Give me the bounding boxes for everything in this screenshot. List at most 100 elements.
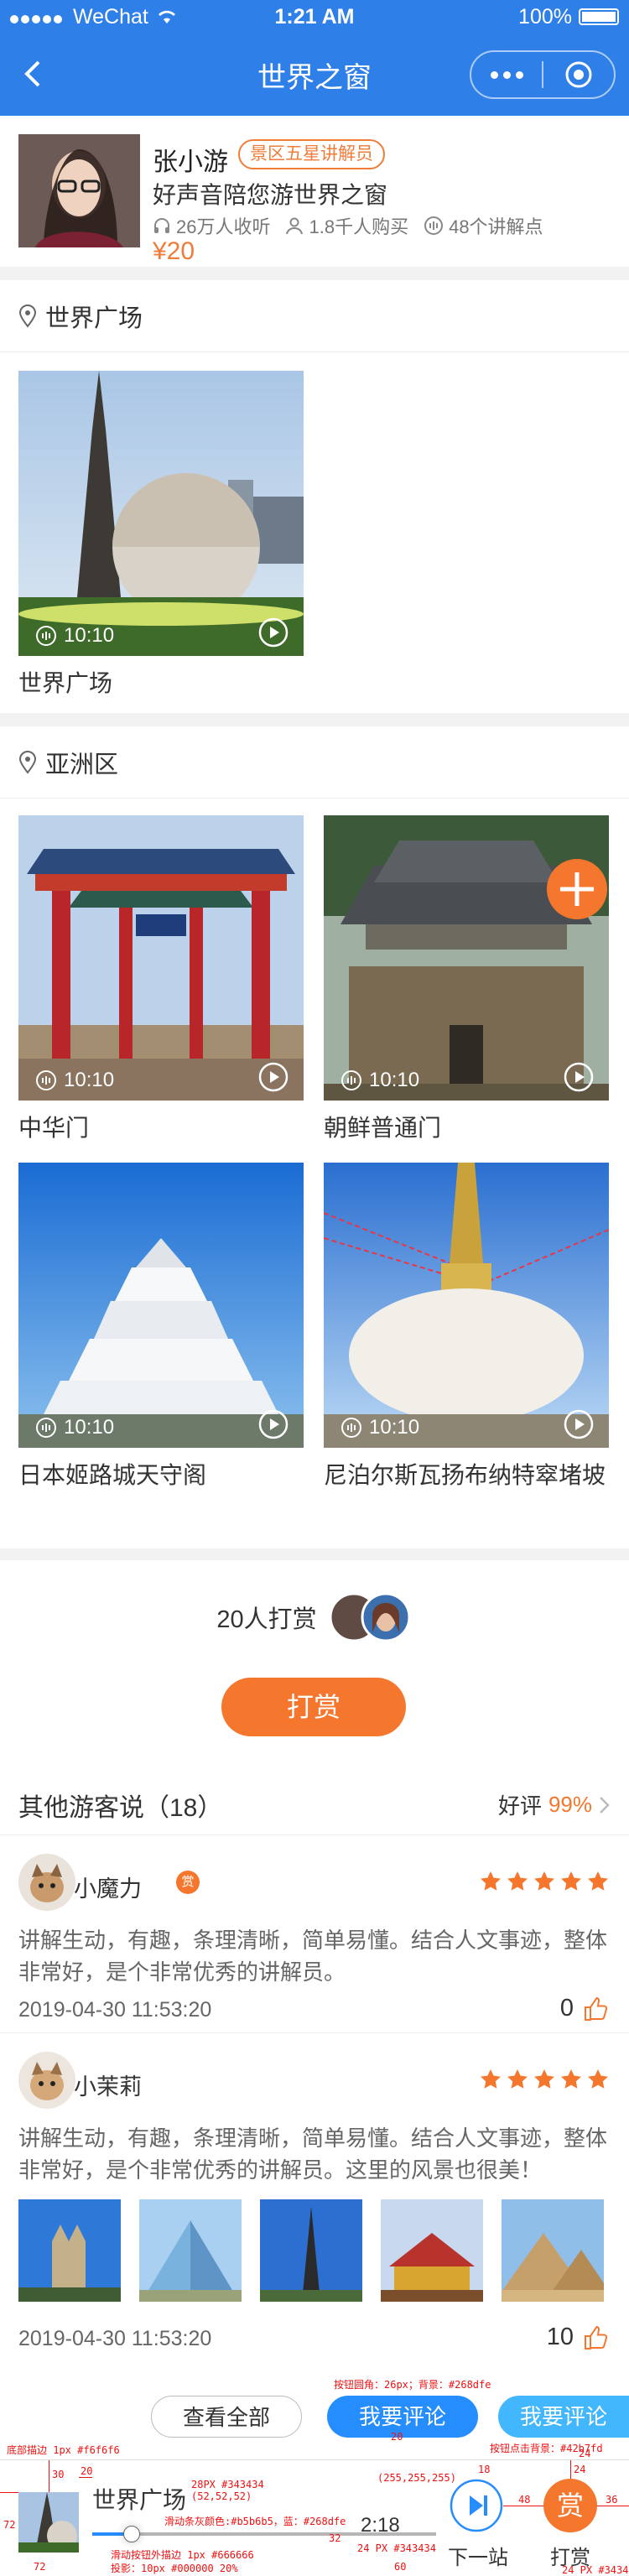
audio-icon bbox=[341, 1070, 361, 1090]
spot-card[interactable]: 10:10 世界广场 bbox=[18, 371, 304, 700]
spec-annotation: 20 bbox=[391, 2431, 403, 2443]
review-item: 小茉莉 讲解生动，有趣，条理清晰，简单易懂。结合人文事迹，整体非常好，是个非常优… bbox=[0, 2033, 629, 2369]
location-pin-icon bbox=[18, 304, 37, 328]
spot-image: 10:10 bbox=[18, 371, 304, 656]
spec-annotation: 28PX #343434 bbox=[191, 2479, 264, 2490]
audio-icon bbox=[36, 1070, 56, 1090]
status-time: 1:21 AM bbox=[274, 4, 355, 29]
spec-annotation: 24 bbox=[574, 2464, 586, 2475]
spot-duration: 10:10 bbox=[64, 1416, 115, 1439]
spot-label: 世界广场 bbox=[18, 670, 113, 696]
spec-annotation: 24 PX #343434 bbox=[357, 2542, 436, 2554]
review-photo[interactable] bbox=[381, 2199, 483, 2302]
back-arrow-icon[interactable] bbox=[17, 57, 50, 91]
close-target-icon[interactable] bbox=[543, 60, 614, 90]
spec-annotation: 18 bbox=[478, 2464, 491, 2475]
status-bar: WeChat 1:21 AM 100% bbox=[0, 0, 629, 34]
spec-annotation: 投影：10px #000000 20% bbox=[111, 2563, 238, 2574]
audio-player: 世界广场 2:18 下一站 赏 打赏 30 72 72 20 28PX #343… bbox=[0, 2459, 629, 2576]
tip-button[interactable]: 打赏 bbox=[221, 1678, 406, 1736]
play-icon[interactable] bbox=[258, 617, 289, 648]
spec-annotation: 底部描边 1px #f6f6f6 bbox=[7, 2444, 120, 2456]
spec-annotation: 60 bbox=[394, 2561, 407, 2573]
spot-label: 朝鲜普通门 bbox=[324, 1115, 442, 1141]
player-tip-button[interactable]: 赏 bbox=[543, 2479, 597, 2532]
reviews-section: 其他游客说（18） 好评 99% 小魔力 赏 讲解生动，有趣，条理清晰，简单易懂。… bbox=[0, 1775, 629, 2370]
next-track-icon[interactable] bbox=[450, 2479, 503, 2532]
review-photo[interactable] bbox=[139, 2199, 242, 2302]
spot-card[interactable]: 10:10 尼泊尔斯瓦扬布纳特窣堵坡 bbox=[324, 1163, 609, 1491]
add-float-icon[interactable] bbox=[545, 857, 609, 921]
spot-card[interactable]: 10:10 日本姬路城天守阁 bbox=[18, 1163, 304, 1491]
headphones-icon bbox=[154, 218, 169, 233]
nav-bar: 世界之窗 bbox=[0, 34, 629, 116]
guide-card[interactable]: 张小游 景区五星讲解员 好声音陪您游世界之窗 26万人收听 1.8千人购买 48… bbox=[0, 116, 629, 267]
user-icon bbox=[286, 217, 304, 235]
spec-annotation: 36 bbox=[606, 2494, 618, 2506]
reviewer-avatar bbox=[18, 1854, 75, 1911]
review-text: 讲解生动，有趣，条理清晰，简单易懂。结合人文事迹，整体非常好，是个非常优秀的讲解… bbox=[18, 1928, 608, 1985]
section-world-square: 世界广场 10:10 世界广场 bbox=[0, 280, 629, 713]
mini-program-capsule bbox=[470, 50, 616, 99]
rating-stars bbox=[480, 2069, 609, 2090]
star-icon bbox=[481, 1871, 501, 1891]
spot-image: 10:10 bbox=[18, 1163, 304, 1448]
spot-duration: 10:10 bbox=[64, 624, 115, 647]
reward-badge: 赏 bbox=[176, 1871, 200, 1894]
spec-annotation: 24 PX #343434 bbox=[562, 2564, 629, 2576]
star-icon bbox=[481, 2069, 501, 2089]
guide-price: ¥20 bbox=[153, 237, 195, 265]
play-icon[interactable] bbox=[258, 1062, 289, 1092]
guide-avatar bbox=[18, 134, 140, 247]
progress-handle[interactable] bbox=[123, 2526, 140, 2542]
review-photo[interactable] bbox=[18, 2199, 121, 2302]
spec-annotation: 30 bbox=[52, 2469, 65, 2480]
spec-annotation: 24 bbox=[579, 2448, 591, 2459]
view-all-button[interactable]: 查看全部 bbox=[151, 2396, 302, 2438]
star-icon bbox=[507, 1871, 528, 1891]
spec-annotation: 48 bbox=[518, 2494, 531, 2506]
audio-point-icon bbox=[424, 216, 444, 235]
play-icon[interactable] bbox=[564, 1062, 594, 1092]
spec-annotation: 72 bbox=[34, 2561, 46, 2573]
more-icon[interactable] bbox=[471, 52, 542, 97]
spec-annotation: 32 bbox=[329, 2532, 341, 2544]
good-rate-link[interactable]: 好评 99% bbox=[498, 1789, 611, 1820]
spec-annotation: (255,255,255) bbox=[377, 2472, 456, 2484]
guide-name: 张小游 bbox=[153, 148, 228, 176]
audio-icon bbox=[341, 1418, 361, 1438]
spot-card[interactable]: 10:10 中华门 bbox=[18, 815, 304, 1144]
spot-duration: 10:10 bbox=[369, 1069, 420, 1091]
comment-button-pressed[interactable]: 我要评论 bbox=[498, 2396, 629, 2438]
spec-annotation: 滑动条灰颜色:#b5b6b5，蓝：#268dfe bbox=[164, 2516, 346, 2527]
like-count: 10 bbox=[546, 2324, 574, 2350]
spot-label: 日本姬路城天守阁 bbox=[18, 1462, 207, 1488]
review-photo[interactable] bbox=[502, 2199, 604, 2302]
play-icon[interactable] bbox=[258, 1409, 289, 1439]
thumbs-up-icon bbox=[585, 2325, 608, 2350]
reviewer-avatar bbox=[18, 2052, 75, 2109]
section-title: 世界广场 bbox=[45, 304, 143, 332]
reviewer-name: 小魔力 bbox=[74, 1876, 142, 1902]
play-icon[interactable] bbox=[564, 1409, 594, 1439]
review-photo[interactable] bbox=[260, 2199, 362, 2302]
wifi-icon bbox=[158, 10, 175, 23]
like-button[interactable]: 0 bbox=[560, 1995, 609, 2022]
spot-image: 10:10 bbox=[324, 1163, 609, 1448]
like-button[interactable]: 10 bbox=[547, 2324, 609, 2351]
rating-stars bbox=[480, 1871, 609, 1892]
player-time: 2:18 bbox=[361, 2514, 400, 2537]
review-actions: 查看全部 我要评论 我要评论 按钮圆角：26px；背景：#268dfe 按钮点击… bbox=[0, 2370, 629, 2459]
spot-image: 10:10 bbox=[324, 815, 609, 1101]
star-icon bbox=[588, 2069, 608, 2089]
review-text: 讲解生动，有趣，条理清晰，简单易懂。结合人文事迹，整体非常好，是个非常优秀的讲解… bbox=[18, 2126, 608, 2183]
spec-annotation: (52,52,52) bbox=[191, 2490, 252, 2502]
spot-label: 中华门 bbox=[18, 1115, 90, 1141]
section-title: 亚洲区 bbox=[45, 751, 119, 778]
like-count: 0 bbox=[559, 1995, 574, 2022]
spec-annotation: 20 bbox=[81, 2465, 93, 2477]
audio-icon bbox=[36, 1418, 56, 1438]
reviews-title: 其他游客说（18） bbox=[18, 1793, 223, 1822]
star-icon bbox=[534, 2069, 554, 2089]
spot-card[interactable]: 10:10 朝鲜普通门 bbox=[324, 815, 609, 1144]
